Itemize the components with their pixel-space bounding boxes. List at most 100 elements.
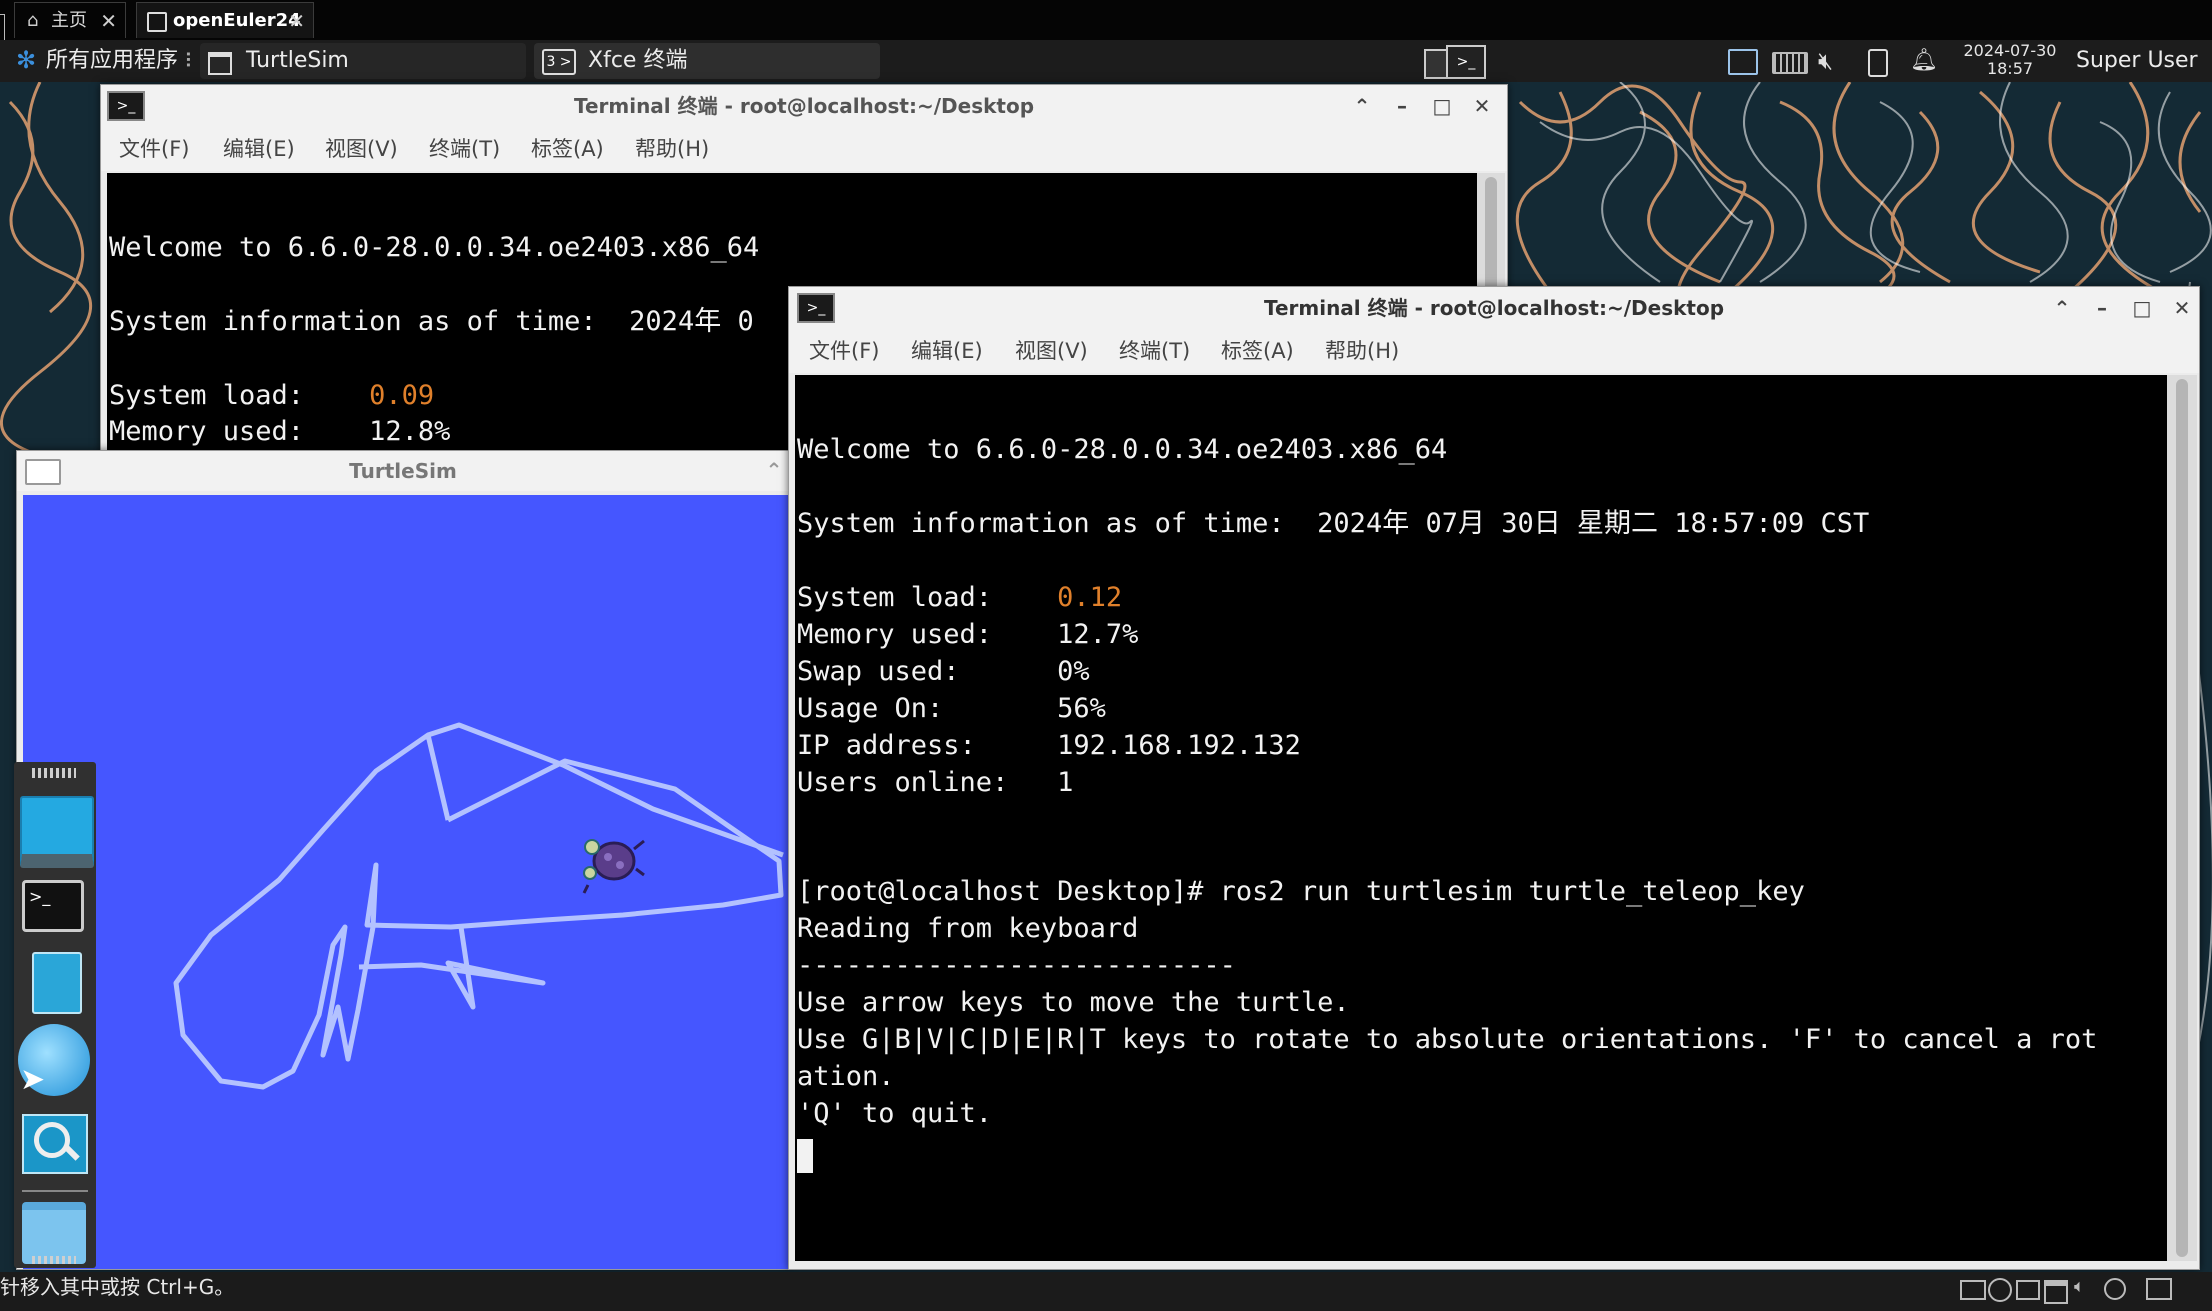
hint-line-2-wrap: ation.: [797, 1061, 895, 1092]
vm-status-bar: 针移入其中或按 Ctrl+G。 🔈︎: [0, 1272, 2212, 1311]
keyboard-icon[interactable]: [1772, 52, 1808, 74]
dock-separator: [22, 1190, 88, 1192]
clock-date: 2024-07-30: [1963, 41, 2057, 60]
notification-bell-icon[interactable]: 🔔︎: [1910, 40, 1938, 82]
hdd-icon[interactable]: [1960, 1280, 1986, 1300]
cd-icon[interactable]: [1988, 1278, 2012, 1302]
hint-line-2: Use G|B|V|C|D|E|R|T keys to rotate to ab…: [797, 1024, 2098, 1055]
menu-terminal[interactable]: 终端(T): [1119, 329, 1190, 373]
turtlesim-window[interactable]: TurtleSim ⌃: [16, 450, 790, 1270]
users-line: Users online: 1: [797, 767, 1074, 798]
status-hint: 针移入其中或按 Ctrl+G。: [0, 1275, 235, 1299]
load-value: 0.09: [369, 380, 435, 411]
printer-icon[interactable]: [2044, 1280, 2068, 1304]
scrollbar-thumb[interactable]: [2176, 379, 2188, 1257]
memory-line: Memory used: 12.8%: [109, 416, 451, 447]
window-maximize-button[interactable]: □: [1427, 91, 1457, 121]
menu-file[interactable]: 文件(F): [809, 329, 879, 373]
usage-line: Usage On: 56%: [797, 693, 1106, 724]
sysinfo-line: System information as of time: 2024年 0: [109, 306, 754, 337]
menu-view[interactable]: 视图(V): [1015, 329, 1088, 373]
divider-line: ---------------------------: [797, 950, 1236, 981]
terminal-front-scrollbar[interactable]: [2167, 375, 2197, 1261]
apps-menu-label: 所有应用程序: [46, 48, 179, 73]
file-cabinet-launcher-icon[interactable]: [32, 952, 82, 1014]
window-icon: [208, 52, 232, 75]
close-icon[interactable]: ✕: [100, 3, 117, 39]
terminal-back-titlebar[interactable]: >_ Terminal 终端 - root@localhost:~/Deskto…: [101, 85, 1507, 127]
task-turtlesim[interactable]: TurtleSim: [200, 43, 526, 79]
window-close-button[interactable]: ✕: [2167, 293, 2197, 323]
vm-tab-openeuler[interactable]: openEuler24 ✕: [136, 2, 314, 38]
window-close-button[interactable]: ✕: [1467, 91, 1497, 121]
memory-line: Memory used: 12.7%: [797, 619, 1139, 650]
window-maximize-button[interactable]: □: [2127, 293, 2157, 323]
terminal-cursor: [797, 1139, 813, 1173]
terminal-front-title: Terminal 终端 - root@localhost:~/Desktop: [1263, 296, 1725, 320]
close-icon[interactable]: ✕: [288, 3, 305, 39]
message-icon[interactable]: [2146, 1278, 2172, 1300]
menu-edit[interactable]: 编辑(E): [911, 329, 983, 373]
folder-launcher-icon[interactable]: [22, 1202, 86, 1264]
load-label: System load:: [109, 380, 370, 411]
turtlesim-title: TurtleSim: [349, 459, 457, 483]
menu-terminal[interactable]: 终端(T): [429, 127, 500, 171]
menu-help[interactable]: 帮助(H): [1325, 329, 1399, 373]
task-turtlesim-label: TurtleSim: [246, 48, 349, 73]
menu-help[interactable]: 帮助(H): [635, 127, 709, 171]
vm-tab-home[interactable]: ⌂ 主页 ✕: [14, 2, 126, 38]
reading-line: Reading from keyboard: [797, 913, 1139, 944]
load-line: System load: 0.09: [109, 377, 434, 414]
hint-line-1: Use arrow keys to move the turtle.: [797, 987, 1350, 1018]
apps-menu-button[interactable]: ✻ 所有应用程序 ⠇: [14, 40, 200, 82]
show-desktop-launcher-icon[interactable]: [20, 796, 94, 868]
web-browser-launcher-icon[interactable]: ➤: [18, 1024, 90, 1097]
home-icon: ⌂: [27, 10, 39, 31]
terminal-launcher-icon[interactable]: >_: [22, 880, 84, 932]
load-value: 0.12: [1057, 582, 1123, 613]
terminal-front-output[interactable]: Welcome to 6.6.0-28.0.0.34.oe2403.x86_64…: [795, 375, 2167, 1261]
task-xfce-terminal-label: Xfce 终端: [588, 48, 688, 73]
window-shade-button[interactable]: ⌃: [2047, 293, 2077, 323]
dock-handle[interactable]: [32, 768, 76, 778]
sound-icon[interactable]: 🔈︎: [2074, 1272, 2085, 1302]
search-launcher-icon[interactable]: [22, 1114, 88, 1174]
window-minimize-button[interactable]: –: [1387, 91, 1417, 121]
menu-file[interactable]: 文件(F): [119, 127, 189, 171]
menu-view[interactable]: 视图(V): [325, 127, 398, 171]
vm-tab-home-label: 主页: [51, 10, 87, 31]
menu-tabs[interactable]: 标签(A): [1221, 329, 1294, 373]
turtlesim-canvas[interactable]: [23, 495, 789, 1269]
xfce-logo-icon: ✻: [16, 46, 37, 74]
window-shade-button[interactable]: ⌃: [759, 455, 789, 485]
network-adapter-icon[interactable]: [2016, 1280, 2040, 1300]
network-icon[interactable]: [1728, 49, 1758, 75]
menu-edit[interactable]: 编辑(E): [223, 127, 295, 171]
turtle-path: [173, 722, 784, 1090]
left-dock: >_ ➤: [14, 762, 96, 1268]
dock-handle-bottom[interactable]: [32, 1256, 76, 1264]
terminal-front-menubar: 文件(F) 编辑(E) 视图(V) 终端(T) 标签(A) 帮助(H): [789, 329, 2199, 373]
turtle-sprite: [578, 825, 646, 897]
display-icon[interactable]: [2104, 1278, 2126, 1300]
show-desktop-icon[interactable]: >_: [1424, 43, 1488, 79]
welcome-line: Welcome to 6.6.0-28.0.0.34.oe2403.x86_64: [797, 434, 1448, 465]
task-xfce-terminal[interactable]: 3 > Xfce 终端: [534, 43, 880, 79]
terminal-window-front[interactable]: >_ Terminal 终端 - root@localhost:~/Deskto…: [788, 286, 2200, 1270]
terminal-front-titlebar[interactable]: >_ Terminal 终端 - root@localhost:~/Deskto…: [789, 287, 2199, 329]
volume-muted-icon[interactable]: 🔇︎: [1818, 40, 1833, 82]
clock[interactable]: 2024-07-30 18:57: [1960, 42, 2060, 80]
load-line: System load: 0.12: [797, 579, 1122, 616]
battery-icon[interactable]: [1868, 49, 1888, 77]
terminal-back-menubar: 文件(F) 编辑(E) 视图(V) 终端(T) 标签(A) 帮助(H): [101, 127, 1507, 171]
command-line: [root@localhost Desktop]# ros2 run turtl…: [797, 876, 1805, 907]
user-menu[interactable]: Super User: [2076, 40, 2198, 82]
window-shade-button[interactable]: ⌃: [1347, 91, 1377, 121]
window-minimize-button[interactable]: –: [2087, 293, 2117, 323]
terminal-group-icon: 3 >: [542, 49, 576, 75]
turtlesim-titlebar[interactable]: TurtleSim ⌃: [17, 451, 789, 491]
menu-tabs[interactable]: 标签(A): [531, 127, 604, 171]
welcome-line: Welcome to 6.6.0-28.0.0.34.oe2403.x86_64: [109, 232, 760, 263]
sysinfo-line: System information as of time: 2024年 07月…: [797, 508, 1870, 539]
quit-line: 'Q' to quit.: [797, 1098, 993, 1129]
